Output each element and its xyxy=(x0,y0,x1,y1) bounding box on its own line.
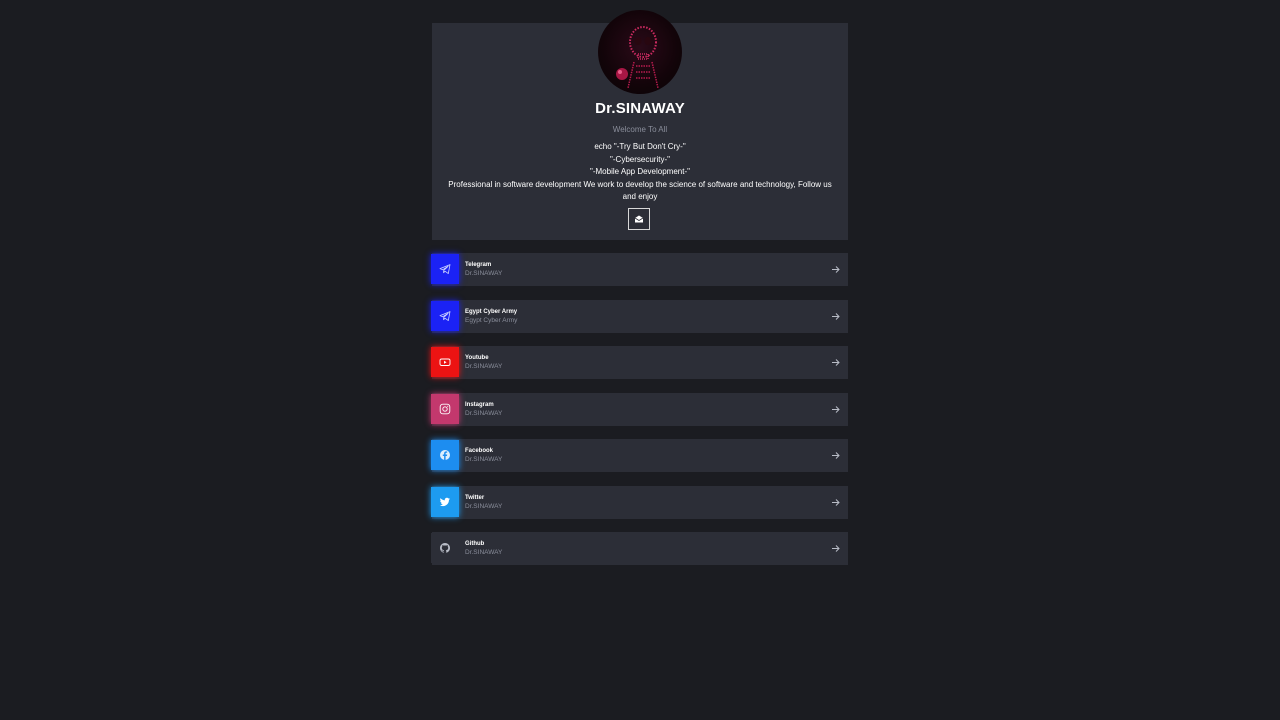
link-title: Instagram xyxy=(465,402,494,408)
twitter-icon xyxy=(439,497,450,507)
link-subtitle: Dr.SINAWAY xyxy=(465,270,503,277)
link-icon-box xyxy=(431,347,459,377)
arrow-right-icon xyxy=(831,451,840,460)
link-title: Facebook xyxy=(465,448,494,454)
bio-line: "-Cybersecurity-" xyxy=(610,154,670,164)
bio: echo "-Try But Don't Cry-" "-Cybersecuri… xyxy=(446,141,834,204)
link-subtitle: Dr.SINAWAY xyxy=(465,503,503,510)
link-subtitle: Dr.SINAWAY xyxy=(465,456,503,463)
link-subtitle: Dr.SINAWAY xyxy=(465,363,503,370)
arrow-right-icon xyxy=(831,358,840,367)
link-icon-box xyxy=(431,394,459,424)
arrow-right-icon xyxy=(831,312,840,321)
link-icon-box xyxy=(431,301,459,331)
facebook-icon xyxy=(440,450,450,460)
link-telegram[interactable]: Telegram Dr.SINAWAY xyxy=(431,253,848,286)
instagram-icon xyxy=(439,403,451,415)
link-icon-box xyxy=(431,487,459,517)
link-title: Egypt Cyber Army xyxy=(465,309,518,315)
welcome-text: Welcome To All xyxy=(612,125,668,134)
link-title: Github xyxy=(465,541,485,547)
link-title: Telegram xyxy=(465,262,492,268)
link-subtitle: Dr.SINAWAY xyxy=(465,549,503,556)
telegram-icon xyxy=(439,264,451,274)
bio-line: Professional in software development We … xyxy=(448,179,832,202)
link-facebook[interactable]: Facebook Dr.SINAWAY xyxy=(431,439,848,472)
link-youtube[interactable]: Youtube Dr.SINAWAY xyxy=(431,346,848,379)
avatar xyxy=(598,10,682,94)
link-github[interactable]: Github Dr.SINAWAY xyxy=(431,532,848,565)
link-subtitle: Dr.SINAWAY xyxy=(465,410,503,417)
bio-line: "-Mobile App Development-" xyxy=(590,167,690,176)
email-button[interactable] xyxy=(628,208,650,230)
profile-name: Dr.SINAWAY xyxy=(595,100,685,117)
link-twitter[interactable]: Twitter Dr.SINAWAY xyxy=(431,486,848,519)
skull-avatar-icon xyxy=(616,26,659,89)
link-subtitle: Egypt Cyber Army xyxy=(465,317,518,324)
link-icon-box xyxy=(431,254,459,284)
link-icon-box xyxy=(431,533,459,563)
link-title: Twitter xyxy=(465,495,485,501)
telegram-icon xyxy=(439,311,451,321)
envelope-icon xyxy=(634,215,644,223)
link-title: Youtube xyxy=(465,355,489,361)
bio-line: echo "-Try But Don't Cry-" xyxy=(594,142,686,151)
arrow-right-icon xyxy=(831,498,840,507)
link-egypt-cyber-army[interactable]: Egypt Cyber Army Egypt Cyber Army xyxy=(431,300,848,333)
github-icon xyxy=(440,543,450,553)
arrow-right-icon xyxy=(831,405,840,414)
arrow-right-icon xyxy=(831,265,840,274)
arrow-right-icon xyxy=(831,544,840,553)
link-icon-box xyxy=(431,440,459,470)
link-instagram[interactable]: Instagram Dr.SINAWAY xyxy=(431,393,848,426)
youtube-icon xyxy=(439,358,451,366)
